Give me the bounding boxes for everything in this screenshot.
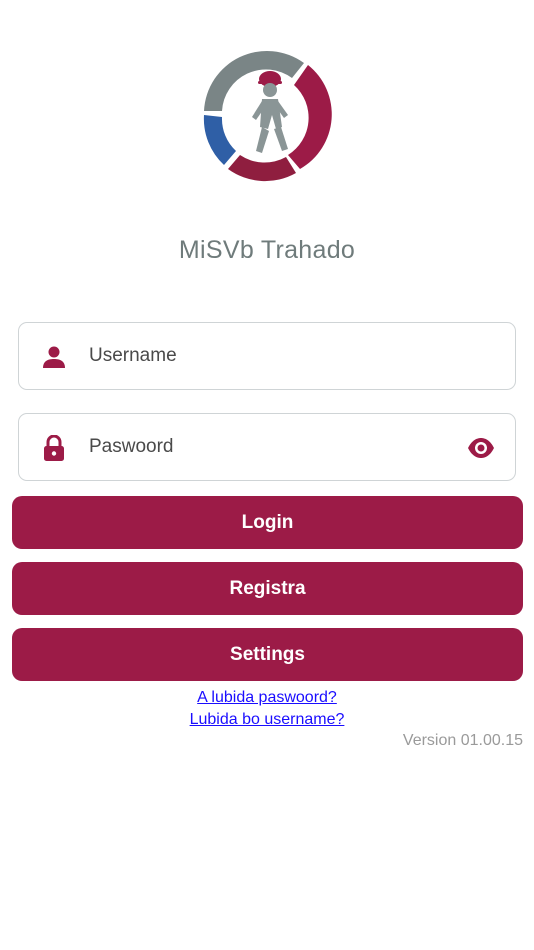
password-field[interactable] <box>18 413 516 481</box>
username-input[interactable] <box>89 337 449 375</box>
forgot-password-link[interactable]: A lubida paswoord? <box>0 689 534 707</box>
password-input[interactable] <box>89 428 449 466</box>
worker-helmet-logo-icon <box>203 50 332 182</box>
register-button[interactable]: Registra <box>12 562 523 615</box>
username-field[interactable] <box>18 322 516 390</box>
person-icon <box>43 346 65 368</box>
login-button[interactable]: Login <box>12 496 523 549</box>
lock-icon <box>44 435 64 461</box>
settings-button[interactable]: Settings <box>12 628 523 681</box>
version-label: Version 01.00.15 <box>402 732 523 749</box>
forgot-username-link[interactable]: Lubida bo username? <box>0 711 534 729</box>
login-screen: MiSVb Trahado Login Registra Settings A … <box>0 0 534 950</box>
eye-icon[interactable] <box>467 436 495 460</box>
app-title: MiSVb Trahado <box>178 236 356 264</box>
